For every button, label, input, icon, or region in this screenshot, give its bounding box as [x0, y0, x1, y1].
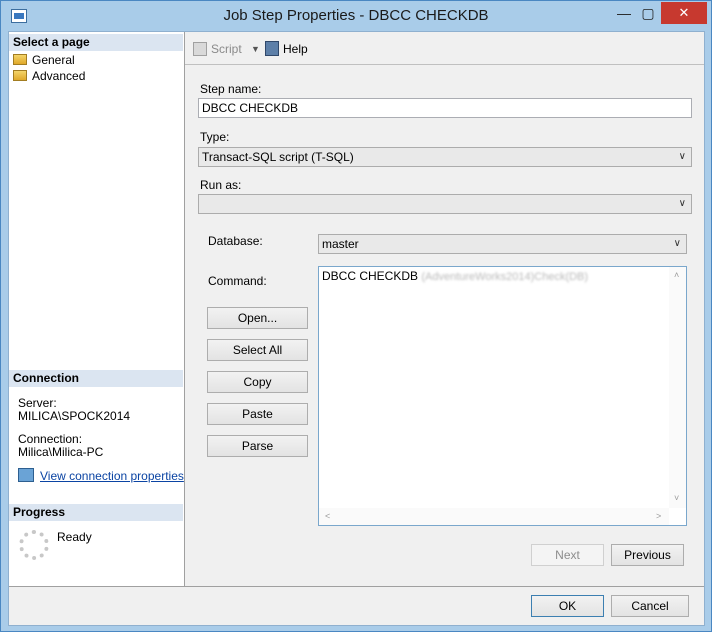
left-pane: Select a page General Advanced Connectio…: [9, 32, 185, 586]
page-icon: [13, 54, 27, 65]
view-connection-properties-link[interactable]: View connection properties: [18, 468, 184, 483]
copy-button[interactable]: Copy: [207, 371, 308, 393]
run-as-label: Run as:: [200, 178, 242, 192]
dialog-client-area: Select a page General Advanced Connectio…: [8, 31, 705, 626]
title-bar: Job Step Properties - DBCC CHECKDB — ▢ ✕: [1, 1, 711, 31]
window-title: Job Step Properties - DBCC CHECKDB: [223, 7, 489, 24]
toolbar-divider: [185, 64, 704, 65]
connection-value: Milica\Milica-PC: [18, 445, 104, 459]
command-label: Command:: [208, 274, 267, 288]
step-name-label: Step name:: [200, 82, 262, 96]
scroll-right-icon[interactable]: >: [656, 511, 661, 521]
parse-button[interactable]: Parse: [207, 435, 308, 457]
chevron-down-icon: ∨: [678, 151, 686, 162]
ok-button[interactable]: OK: [531, 595, 604, 617]
page-item-label: Advanced: [32, 69, 86, 83]
type-select-value: Transact-SQL script (T-SQL): [202, 150, 354, 164]
scroll-left-icon[interactable]: <: [325, 511, 330, 521]
type-label: Type:: [200, 130, 230, 144]
help-label: Help: [283, 42, 308, 56]
command-text-blurred: (AdventureWorks2014)Check(DB): [421, 271, 589, 283]
command-text-visible: DBCC CHECKDB: [322, 269, 419, 283]
maximize-button[interactable]: ▢: [636, 2, 660, 24]
toolbar: Script ▼ Help: [185, 32, 704, 64]
view-connection-properties-label: View connection properties: [40, 469, 184, 483]
scroll-down-icon[interactable]: ˅: [674, 493, 679, 503]
help-icon: [265, 41, 279, 56]
next-button[interactable]: Next: [531, 544, 604, 566]
select-page-header: Select a page: [9, 34, 183, 51]
script-button[interactable]: Script: [193, 41, 242, 57]
paste-button[interactable]: Paste: [207, 403, 308, 425]
chevron-down-icon: ∨: [678, 198, 686, 209]
minimize-button[interactable]: —: [612, 2, 636, 24]
script-icon: [193, 42, 207, 56]
connection-label: Connection:: [18, 432, 83, 446]
dialog-window: Job Step Properties - DBCC CHECKDB — ▢ ✕…: [0, 0, 712, 632]
page-icon: [13, 70, 27, 81]
close-button[interactable]: ✕: [661, 2, 707, 24]
horizontal-scrollbar[interactable]: < >: [319, 508, 669, 525]
progress-status: Ready: [57, 530, 92, 544]
run-as-select[interactable]: ∨: [198, 194, 692, 214]
server-value: MILICA\SPOCK2014: [18, 409, 131, 423]
type-select[interactable]: Transact-SQL script (T-SQL) ∨: [198, 147, 692, 167]
script-label: Script: [211, 42, 242, 56]
footer-divider: [9, 586, 704, 587]
progress-header: Progress: [9, 504, 183, 521]
database-label: Database:: [208, 234, 263, 248]
open-button[interactable]: Open...: [207, 307, 308, 329]
previous-button[interactable]: Previous: [611, 544, 684, 566]
page-item-advanced[interactable]: Advanced: [13, 68, 85, 84]
scroll-up-icon[interactable]: ˄: [674, 270, 679, 280]
select-all-button[interactable]: Select All: [207, 339, 308, 361]
connection-properties-icon: [18, 468, 34, 482]
page-item-label: General: [32, 53, 75, 67]
command-textarea[interactable]: DBCC CHECKDB (AdventureWorks2014)Check(D…: [318, 266, 687, 526]
script-dropdown-arrow[interactable]: ▼: [251, 41, 260, 57]
database-select[interactable]: master ∨: [318, 234, 687, 254]
command-text: DBCC CHECKDB (AdventureWorks2014)Check(D…: [322, 269, 588, 283]
connection-header: Connection: [9, 370, 183, 387]
server-label: Server:: [18, 396, 57, 410]
step-name-input[interactable]: DBCC CHECKDB: [198, 98, 692, 118]
vertical-scrollbar[interactable]: ˄ ˅: [669, 267, 686, 508]
chevron-down-icon: ∨: [673, 238, 681, 249]
progress-spinner-icon: [19, 530, 49, 560]
database-select-value: master: [322, 237, 359, 251]
cancel-button[interactable]: Cancel: [611, 595, 689, 617]
page-item-general[interactable]: General: [13, 52, 75, 68]
help-button[interactable]: Help: [265, 41, 308, 57]
